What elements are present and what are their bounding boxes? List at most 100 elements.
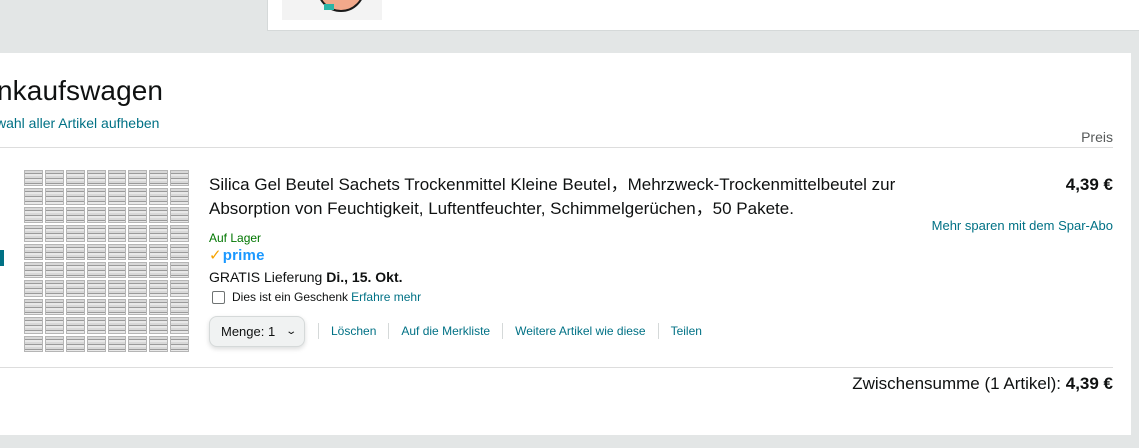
avatar — [282, 0, 382, 20]
sachet-tile — [149, 188, 169, 205]
sachet-tile — [128, 261, 148, 279]
sachet-tile — [149, 170, 169, 187]
sachet-tile — [65, 261, 85, 279]
sachet-tile — [128, 335, 148, 352]
sachet-tile — [24, 317, 43, 334]
delivery-info: GRATIS Lieferung Di., 15. Okt. — [209, 269, 403, 285]
sachet-tile — [128, 188, 148, 205]
sachet-tile — [128, 243, 148, 260]
sachet-tile — [65, 335, 85, 352]
stock-status: Auf Lager — [209, 231, 262, 245]
sachet-tile — [128, 317, 148, 334]
quantity-dropdown[interactable]: Menge: 1 ⌄ — [209, 316, 305, 347]
product-title[interactable]: Silica Gel Beutel Sachets Trockenmittel … — [209, 173, 929, 221]
deselect-all-link[interactable]: wahl aller Artikel aufheben — [0, 115, 159, 131]
sachet-tile — [170, 206, 189, 224]
sachet-tile — [86, 298, 106, 316]
sachet-tile — [24, 225, 43, 242]
top-card — [267, 0, 1139, 31]
subscribe-save-link[interactable]: Mehr sparen mit dem Spar-Abo — [923, 216, 1113, 236]
sachet-tile — [107, 206, 127, 224]
sachet-tile — [149, 317, 169, 334]
price-column-header: Preis — [1081, 129, 1113, 145]
sachet-tile — [65, 170, 85, 187]
sachet-tile — [86, 261, 106, 279]
sachet-tile — [149, 335, 169, 352]
sachet-tile — [65, 206, 85, 224]
sachet-tile — [170, 298, 189, 316]
cart-title: nkaufswagen — [0, 75, 164, 106]
delete-link[interactable]: Löschen — [319, 324, 388, 338]
sachet-tile — [107, 188, 127, 205]
sachet-tile — [65, 188, 85, 205]
delivery-prefix: GRATIS Lieferung — [209, 269, 323, 285]
sachet-tile — [86, 335, 106, 352]
sachet-tile — [107, 170, 127, 187]
prime-badge: ✓prime — [209, 246, 265, 264]
sachet-tile — [86, 243, 106, 260]
sachet-tile — [86, 317, 106, 334]
sachet-tile — [44, 280, 64, 297]
quantity-label: Menge: — [221, 324, 265, 339]
item-actions: Löschen Auf die Merkliste Weitere Artike… — [318, 323, 714, 339]
product-image[interactable] — [24, 170, 189, 352]
sachet-tile — [170, 188, 189, 205]
delivery-date: Di., 15. Okt. — [326, 269, 403, 285]
sachet-tile — [65, 317, 85, 334]
sachet-tile — [65, 280, 85, 297]
sachet-tile — [44, 317, 64, 334]
sachet-tile — [44, 335, 64, 352]
sachet-tile — [149, 243, 169, 260]
quantity-value: 1 — [268, 324, 276, 339]
sachet-tile — [65, 298, 85, 316]
prime-label: prime — [222, 247, 265, 264]
item-select-checkbox-edge[interactable] — [0, 250, 4, 266]
sachet-tile — [170, 261, 189, 279]
gift-label: Dies ist ein Geschenk — [232, 290, 349, 304]
sachet-tile — [24, 261, 43, 279]
sachet-tile — [149, 206, 169, 224]
sachet-tile — [170, 335, 189, 352]
sachet-tile — [24, 170, 43, 187]
sachet-tile — [107, 335, 127, 352]
gift-option[interactable]: Dies ist ein Geschenk Erfahre mehr — [212, 290, 421, 304]
sachet-tile — [24, 280, 43, 297]
sachet-tile — [65, 225, 85, 242]
sachet-tile — [86, 225, 106, 242]
sachet-tile — [24, 188, 43, 205]
subtotal: Zwischensumme (1 Artikel): 4,39 € — [852, 374, 1113, 394]
save-for-later-link[interactable]: Auf die Merkliste — [389, 324, 502, 338]
share-link[interactable]: Teilen — [659, 324, 714, 338]
sachet-tile — [170, 317, 189, 334]
sachet-tile — [86, 206, 106, 224]
gift-checkbox[interactable] — [212, 290, 225, 304]
item-price: 4,39 € — [1065, 175, 1113, 194]
sachet-tile — [24, 335, 43, 352]
sachet-tile — [44, 243, 64, 260]
sachet-tile — [107, 261, 127, 279]
sachet-tile — [170, 280, 189, 297]
sachet-tile — [128, 225, 148, 242]
subtotal-value: 4,39 € — [1065, 374, 1113, 393]
sachet-tile — [107, 225, 127, 242]
checkmark-icon: ✓ — [209, 247, 222, 264]
sachet-tile — [170, 225, 189, 242]
sachet-tile — [149, 298, 169, 316]
more-like-this-link[interactable]: Weitere Artikel wie diese — [503, 324, 658, 338]
sachet-tile — [107, 317, 127, 334]
sachet-tile — [24, 298, 43, 316]
sachet-tile — [44, 261, 64, 279]
sachet-tile — [86, 188, 106, 205]
sachet-tile — [107, 298, 127, 316]
sachet-tile — [86, 170, 106, 187]
sachet-tile — [107, 280, 127, 297]
sachet-tile — [44, 206, 64, 224]
sachet-tile — [24, 243, 43, 260]
divider — [0, 147, 1113, 148]
sachet-tile — [149, 261, 169, 279]
sachet-tile — [44, 298, 64, 316]
gift-learn-more-link[interactable]: Erfahre mehr — [351, 290, 421, 304]
sachet-tile — [170, 170, 189, 187]
sachet-tile — [170, 243, 189, 260]
sachet-tile — [128, 298, 148, 316]
